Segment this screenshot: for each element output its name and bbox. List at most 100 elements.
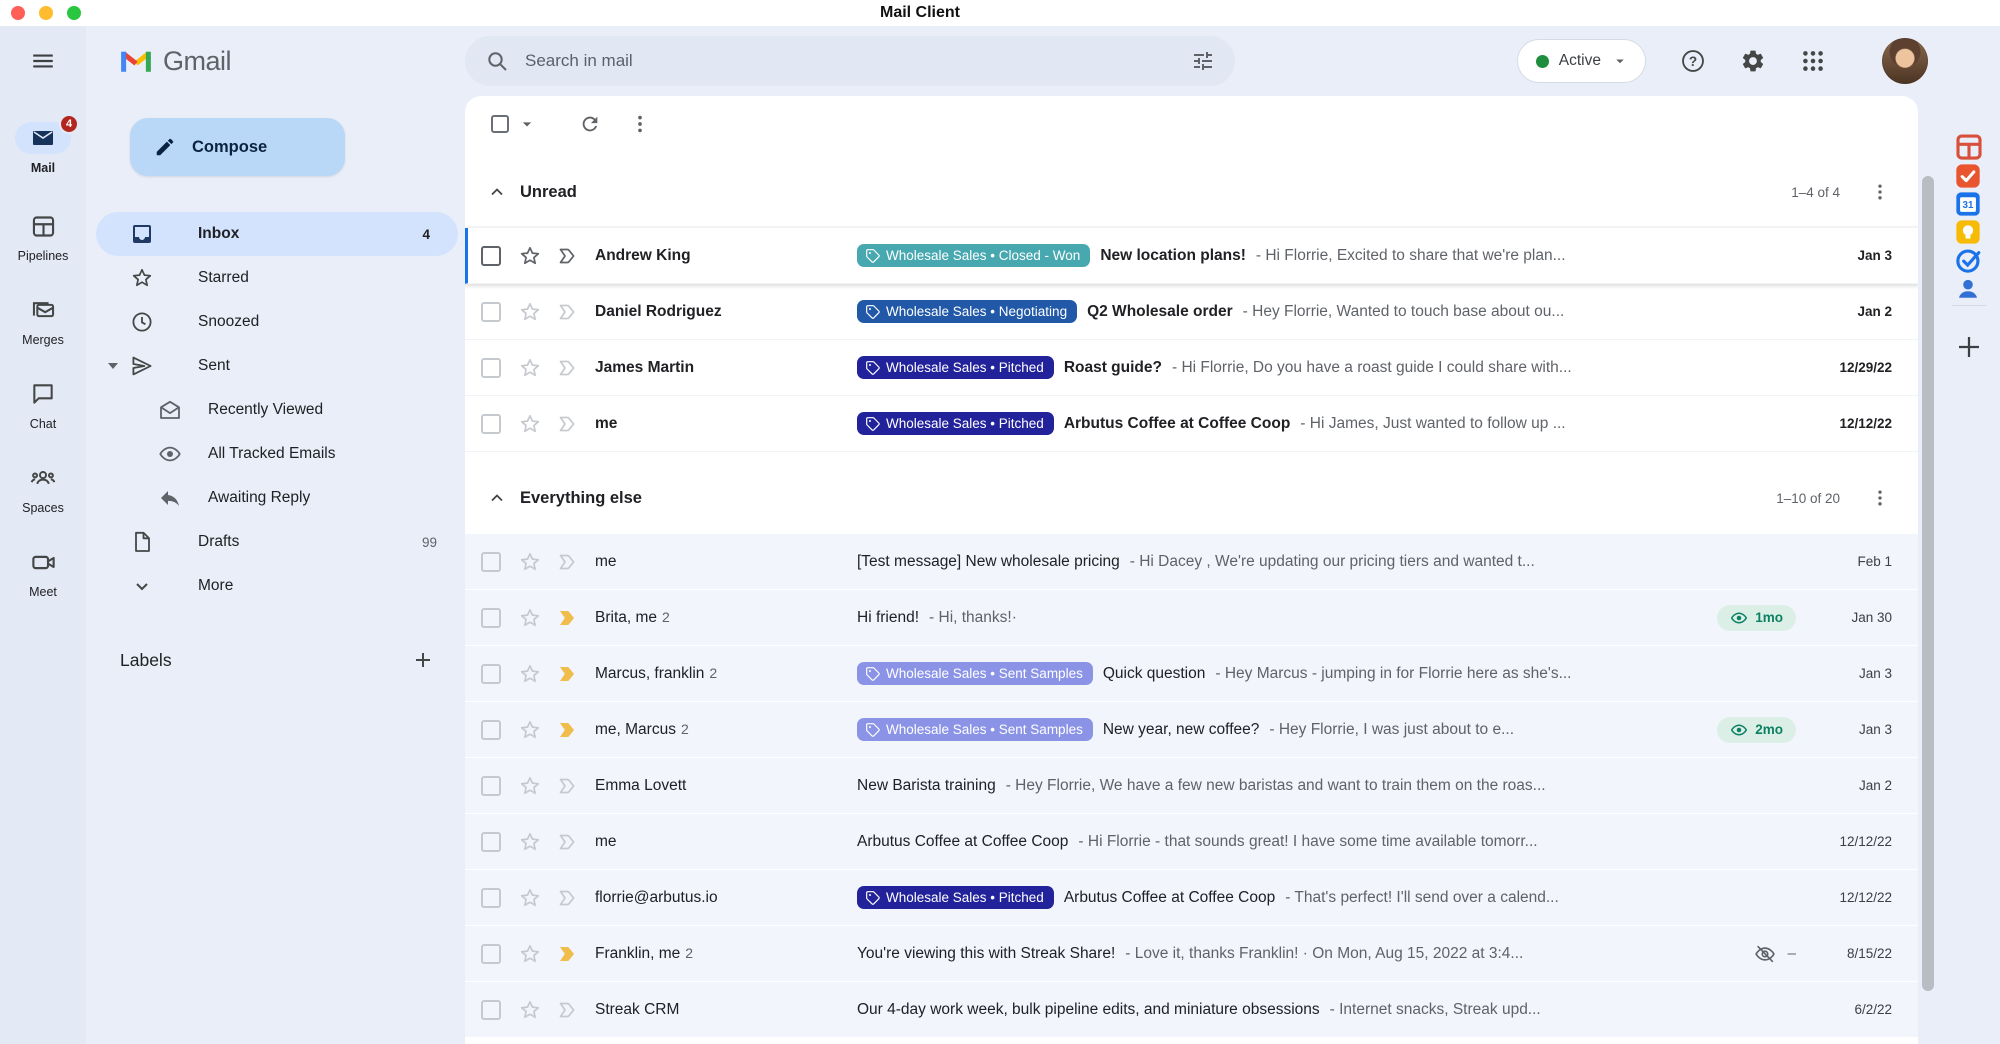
email-row[interactable]: meArbutus Coffee at Coffee Coop- Hi Flor… [465,814,1918,870]
minimize-window-button[interactable] [39,6,53,20]
importance-marker-icon[interactable] [555,244,579,268]
star-icon[interactable] [518,606,542,630]
nav-item-awaiting-reply[interactable]: Awaiting Reply [86,476,465,520]
rail-item-merges[interactable]: Merges [15,294,71,364]
nav-item-sent[interactable]: Sent [86,344,465,388]
importance-marker-icon[interactable] [555,942,579,966]
row-checkbox[interactable] [481,720,501,740]
more-options-kebab-icon[interactable] [629,113,651,135]
tasks-icon[interactable] [1954,246,1984,275]
rail-item-chat[interactable]: Chat [15,378,71,448]
pipeline-stage-badge[interactable]: Wholesale Sales • Sent Samples [857,718,1093,741]
importance-marker-icon[interactable] [555,412,579,436]
email-row[interactable]: meWholesale Sales • PitchedArbutus Coffe… [465,396,1918,452]
row-checkbox[interactable] [481,944,501,964]
email-row[interactable]: Andrew KingWholesale Sales • Closed - Wo… [465,228,1918,284]
email-row[interactable]: Brita, me2Hi friend!- Hi, thanks!·1moJan… [465,590,1918,646]
nav-item-more[interactable]: More [86,564,465,608]
importance-marker-icon[interactable] [555,886,579,910]
contacts-icon[interactable] [1954,275,1984,303]
importance-marker-icon[interactable] [555,998,579,1022]
nav-item-snoozed[interactable]: Snoozed [86,300,465,344]
nav-item-recently-viewed[interactable]: Recently Viewed [86,388,465,432]
rail-item-meet[interactable]: Meet [15,546,71,616]
email-row[interactable]: James MartinWholesale Sales • PitchedRoa… [465,340,1918,396]
star-icon[interactable] [518,412,542,436]
importance-marker-icon[interactable] [555,606,579,630]
row-checkbox[interactable] [481,888,501,908]
task-check-icon[interactable] [1954,162,1984,190]
select-all-checkbox[interactable] [491,115,509,133]
row-checkbox[interactable] [481,302,501,322]
add-label-icon[interactable] [411,648,435,672]
rail-item-spaces[interactable]: Spaces [15,462,71,532]
star-icon[interactable] [518,244,542,268]
importance-marker-icon[interactable] [555,774,579,798]
email-row[interactable]: Marcus, franklin2Wholesale Sales • Sent … [465,646,1918,702]
search-bar[interactable] [465,36,1235,86]
zoom-window-button[interactable] [67,6,81,20]
importance-marker-icon[interactable] [555,356,579,380]
email-row[interactable]: Franklin, me2You're viewing this with St… [465,926,1918,982]
importance-marker-icon[interactable] [555,718,579,742]
star-icon[interactable] [518,718,542,742]
star-icon[interactable] [518,942,542,966]
scrollbar-thumb[interactable] [1922,176,1934,991]
help-icon[interactable]: ? [1680,48,1706,74]
pipeline-stage-badge[interactable]: Wholesale Sales • Sent Samples [857,662,1093,685]
search-input[interactable] [525,51,1175,71]
star-icon[interactable] [518,356,542,380]
star-icon[interactable] [518,550,542,574]
pipeline-stage-badge[interactable]: Wholesale Sales • Negotiating [857,300,1077,323]
importance-marker-icon[interactable] [555,662,579,686]
get-addons-plus-icon[interactable] [1954,332,1984,362]
streak-status-dropdown[interactable]: Active [1517,39,1646,83]
nav-item-drafts[interactable]: Drafts99 [86,520,465,564]
nav-item-inbox[interactable]: Inbox4 [96,212,458,256]
row-checkbox[interactable] [481,1000,501,1020]
row-checkbox[interactable] [481,552,501,572]
nav-item-starred[interactable]: Starred [86,256,465,300]
close-window-button[interactable] [11,6,25,20]
email-row[interactable]: me[Test message] New wholesale pricing- … [465,534,1918,590]
row-checkbox[interactable] [481,832,501,852]
search-icon[interactable] [485,49,509,73]
star-icon[interactable] [518,830,542,854]
row-checkbox[interactable] [481,608,501,628]
main-menu-icon[interactable] [30,48,56,74]
user-avatar[interactable] [1882,38,1928,84]
email-row[interactable]: Daniel RodriguezWholesale Sales • Negoti… [465,284,1918,340]
streak-sidebar-icon[interactable] [1954,132,1984,162]
pipeline-stage-badge[interactable]: Wholesale Sales • Closed - Won [857,244,1090,267]
email-row[interactable]: me, Marcus2Wholesale Sales • Sent Sample… [465,702,1918,758]
star-icon[interactable] [518,998,542,1022]
google-apps-grid-icon[interactable] [1800,48,1826,74]
pipeline-stage-badge[interactable]: Wholesale Sales • Pitched [857,356,1054,379]
importance-marker-icon[interactable] [555,550,579,574]
importance-marker-icon[interactable] [555,830,579,854]
row-checkbox[interactable] [481,776,501,796]
row-checkbox[interactable] [481,414,501,434]
pipeline-stage-badge[interactable]: Wholesale Sales • Pitched [857,886,1054,909]
compose-button[interactable]: Compose [130,118,345,176]
email-row[interactable]: Streak CRMOur 4-day work week, bulk pipe… [465,982,1918,1038]
pipeline-stage-badge[interactable]: Wholesale Sales • Pitched [857,412,1054,435]
importance-marker-icon[interactable] [555,300,579,324]
collapse-section-icon[interactable] [487,182,507,202]
refresh-icon[interactable] [579,113,601,135]
email-row[interactable]: florrie@arbutus.ioWholesale Sales • Pitc… [465,870,1918,926]
collapse-section-icon[interactable] [487,488,507,508]
select-dropdown-caret-icon[interactable] [517,114,537,134]
search-filters-icon[interactable] [1191,49,1215,73]
star-icon[interactable] [518,774,542,798]
rail-item-pipelines[interactable]: Pipelines [15,210,71,280]
email-row[interactable]: Emma LovettNew Barista training- Hey Flo… [465,758,1918,814]
row-checkbox[interactable] [481,358,501,378]
settings-gear-icon[interactable] [1740,48,1766,74]
section-kebab-icon[interactable] [1870,488,1890,508]
row-checkbox[interactable] [481,664,501,684]
star-icon[interactable] [518,886,542,910]
nav-item-all-tracked-emails[interactable]: All Tracked Emails [86,432,465,476]
rail-item-mail[interactable]: 4Mail [15,122,71,196]
star-icon[interactable] [518,662,542,686]
